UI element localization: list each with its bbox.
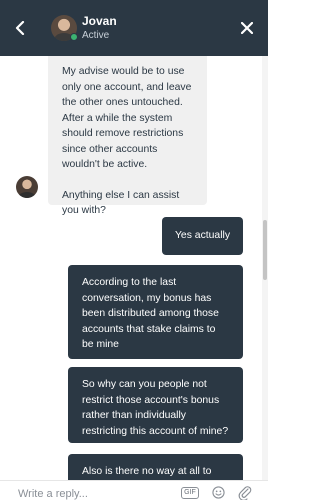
- message-list[interactable]: My advise would be to use only one accou…: [0, 56, 268, 480]
- scrollbar-thumb[interactable]: [263, 220, 267, 280]
- message-text: So why can you people not restrict those…: [82, 379, 229, 437]
- agent-status: Active: [82, 30, 110, 41]
- agent-message-bubble: My advise would be to use only one accou…: [48, 56, 207, 216]
- user-message-bubble: So why can you people not restrict those…: [68, 367, 243, 443]
- agent-avatar: [51, 15, 78, 41]
- message-text: According to the last conversation, my b…: [82, 277, 219, 350]
- message-text: My advise would be to use only one accou…: [62, 66, 192, 170]
- emoji-icon[interactable]: [212, 486, 225, 499]
- chat-header: Jovan Active: [0, 0, 268, 56]
- close-icon: [241, 22, 253, 34]
- message-text: Yes actually: [174, 230, 231, 241]
- online-status-dot: [70, 33, 78, 41]
- agent-message-avatar: [16, 176, 38, 198]
- gif-button[interactable]: GIF: [181, 487, 199, 499]
- composer: GIF: [0, 480, 268, 500]
- agent-name: Jovan: [82, 14, 117, 28]
- message-text: Also is there no way at all to: [82, 466, 212, 477]
- user-message-bubble: According to the last conversation, my b…: [68, 265, 243, 359]
- close-button[interactable]: [237, 18, 257, 38]
- paperclip-icon[interactable]: [238, 485, 252, 500]
- user-message-bubble: Also is there no way at all to: [68, 454, 243, 480]
- message-text: Anything else I can assist you with?: [62, 189, 180, 217]
- scrollbar[interactable]: [262, 56, 268, 480]
- back-button[interactable]: [10, 18, 30, 38]
- user-message-bubble: Yes actually: [162, 217, 243, 255]
- reply-input[interactable]: [18, 485, 168, 500]
- chevron-left-icon: [15, 21, 25, 35]
